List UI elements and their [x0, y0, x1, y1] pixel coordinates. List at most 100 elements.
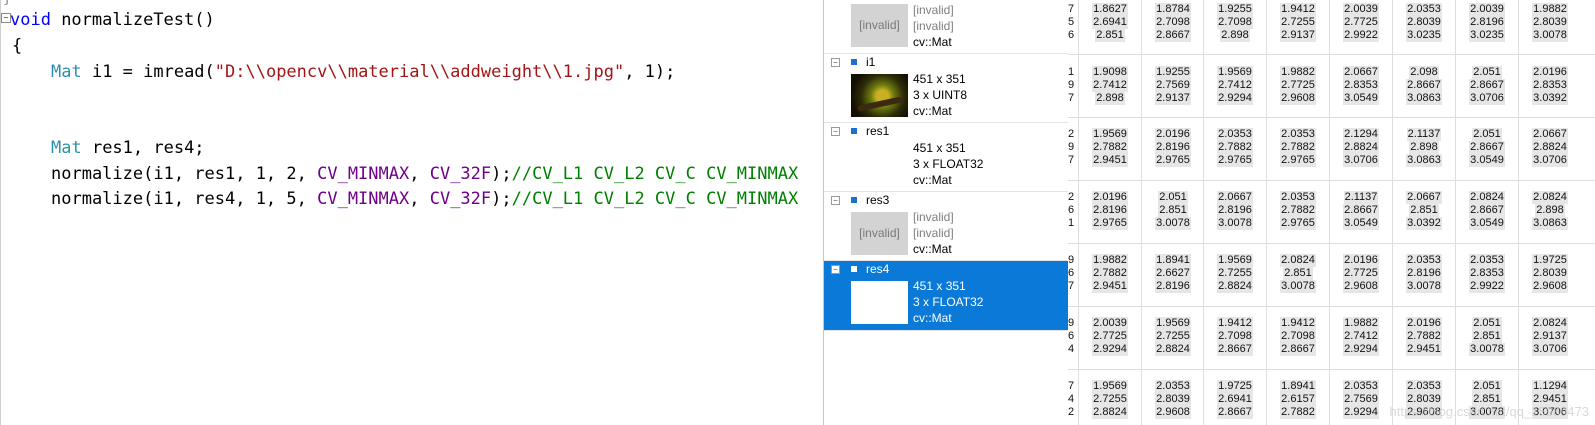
pixel-cell[interactable]: 1.8627 2.6941 2.851	[1080, 3, 1140, 42]
function-name: normalizeTest()	[50, 10, 215, 30]
code-line-declare-mats[interactable]: Mat res1, res4;	[51, 138, 205, 158]
watch-item-name: i1	[866, 55, 876, 69]
pixel-cell[interactable]: 1.8941 2.6627 2.8196	[1143, 254, 1203, 293]
channel-value: 2.9451	[1092, 154, 1128, 167]
channel-value: 1.9255	[1217, 3, 1253, 16]
pixel-cell[interactable]: 1.9569 2.7255 2.8824	[1143, 317, 1203, 356]
code-line-imread[interactable]: Mat i1 = imread("D:\\opencv\\material\\a…	[51, 62, 675, 82]
channel-value: 3.0235	[1406, 29, 1442, 42]
pixel-cell[interactable]: 1.9255 2.7569 2.9137	[1143, 66, 1203, 105]
code-editor[interactable]: } − void normalizeTest() { Mat i1 = imre…	[0, 0, 823, 425]
channel-value: 2.8824	[1532, 141, 1568, 154]
pixel-cell[interactable]: 2.0353 2.8196 3.0078	[1394, 254, 1454, 293]
pixel-cell[interactable]: 1.9098 2.7412 2.898	[1080, 66, 1140, 105]
info-type: [invalid]	[913, 19, 954, 33]
pixel-cell[interactable]: 2.0353 2.8353 2.9922	[1457, 254, 1517, 293]
pixel-cell[interactable]: 1.9412 2.7098 2.8667	[1205, 317, 1265, 356]
channel-value: 3.0392	[1532, 92, 1568, 105]
code-line-normalize-res1[interactable]: normalize(i1, res1, 1, 2, CV_MINMAX, CV_…	[51, 164, 798, 184]
pixel-cell[interactable]: 1.8784 2.7098 2.8667	[1143, 3, 1203, 42]
pixel-cell[interactable]: 2.051 2.8667 3.0706	[1457, 66, 1517, 105]
pixel-cell[interactable]: 2.0039 2.7725 2.9294	[1080, 317, 1140, 356]
pixel-cell[interactable]: 2.0667 2.851 3.0392	[1394, 191, 1454, 230]
channel-value: 7	[1068, 3, 1075, 15]
pixel-cell[interactable]: 1.9882 2.8039 3.0078	[1520, 3, 1580, 42]
pixel-cell[interactable]: 2.0039 2.8196 3.0235	[1457, 3, 1517, 42]
channel-value: 6	[1068, 330, 1075, 342]
pixel-cell[interactable]: 1.9412 2.7098 2.8667	[1268, 317, 1328, 356]
collapse-icon[interactable]: −	[831, 265, 840, 274]
channel-value: 3.0078	[1532, 29, 1568, 42]
channel-value: 2.9294	[1343, 343, 1379, 356]
channel-value: 2.9294	[1343, 406, 1379, 419]
grid-column-line	[1203, 0, 1204, 425]
watch-item-name: res1	[866, 124, 890, 138]
channel-value: 1.9882	[1343, 317, 1379, 330]
pixel-cell[interactable]: 2.0667 2.8196 3.0078	[1205, 191, 1265, 230]
channel-value: 3.0549	[1469, 217, 1505, 230]
pixel-cell[interactable]: 1.9725 2.6941 2.8667	[1205, 380, 1265, 419]
mat-declarations: res1, res4;	[81, 138, 205, 158]
pixel-cell[interactable]: 2.0667 2.8353 3.0549	[1331, 66, 1391, 105]
grid-row-line	[1068, 243, 1595, 244]
pixel-cell[interactable]: 2.0353 2.7882 2.9765	[1205, 128, 1265, 167]
pixel-cell[interactable]: 1.8941 2.6157 2.7882	[1268, 380, 1328, 419]
pixel-cell[interactable]: 1.9255 2.7098 2.898	[1205, 3, 1265, 42]
code-line-open-brace[interactable]: {	[12, 36, 22, 56]
pixel-matrix-view[interactable]: 7 5 6 1.8627 2.6941 2.851 1.8784 2.7098 2.8667 1.…	[1068, 0, 1595, 425]
pixel-cell[interactable]: 2.0196 2.8196 2.9765	[1143, 128, 1203, 167]
pixel-cell[interactable]: 2.1137 2.8667 3.0549	[1331, 191, 1391, 230]
pixel-cell[interactable]: 2.1294 2.8824 3.0706	[1331, 128, 1391, 167]
collapse-icon[interactable]: −	[831, 196, 840, 205]
pixel-cell[interactable]: 2.0353 2.7882 2.9765	[1268, 128, 1328, 167]
pixel-cell[interactable]: 2.0353 2.8039 2.9608	[1143, 380, 1203, 419]
pixel-cell[interactable]: 2.0353 2.7569 2.9294	[1331, 380, 1391, 419]
pixel-cell[interactable]: 2.098 2.8667 3.0863	[1394, 66, 1454, 105]
collapse-icon[interactable]: −	[831, 58, 840, 67]
pixel-cell[interactable]: 1.9882 2.7882 2.9451	[1080, 254, 1140, 293]
pixel-cell[interactable]: 2.1137 2.898 3.0863	[1394, 128, 1454, 167]
pixel-cell[interactable]: 2.0039 2.7725 2.9922	[1331, 3, 1391, 42]
pixel-cell[interactable]: 2.0824 2.9137 3.0706	[1520, 317, 1580, 356]
macro-cv-minmax: CV_MINMAX	[317, 164, 410, 184]
watch-item-res3[interactable]: − res3 [invalid] [invalid] [invalid] cv:…	[824, 192, 1068, 261]
pixel-cell[interactable]: 2.0824 2.851 3.0078	[1268, 254, 1328, 293]
pixel-cell[interactable]: 2.051 2.851 3.0078	[1143, 191, 1203, 230]
watch-item-i1[interactable]: − i1 451 x 351 3 x UINT8 cv::Mat	[824, 54, 1068, 123]
channel-value: 3.0863	[1532, 217, 1568, 230]
channel-value: 2.051	[1472, 66, 1502, 79]
watch-item-res1[interactable]: − res1 451 x 351 3 x FLOAT32 cv::Mat	[824, 123, 1068, 192]
pixel-cell[interactable]: 2.0667 2.8824 3.0706	[1520, 128, 1580, 167]
watch-item-unnamed[interactable]: [invalid] [invalid] [invalid] cv::Mat	[824, 0, 1068, 54]
pixel-cell[interactable]: 2.0196 2.7725 2.9608	[1331, 254, 1391, 293]
pixel-cell-partial: 261	[1068, 191, 1079, 230]
pixel-cell[interactable]: 2.0196 2.7882 2.9451	[1394, 317, 1454, 356]
pixel-cell[interactable]: 2.0353 2.7882 2.9765	[1268, 191, 1328, 230]
code-line-normalize-res4[interactable]: normalize(i1, res4, 1, 5, CV_MINMAX, CV_…	[51, 189, 798, 209]
pixel-cell[interactable]: 1.9569 2.7255 2.8824	[1205, 254, 1265, 293]
pixel-cell[interactable]: 1.9569 2.7412 2.9294	[1205, 66, 1265, 105]
collapse-icon[interactable]: −	[831, 127, 840, 136]
pixel-cell[interactable]: 1.9569 2.7882 2.9451	[1080, 128, 1140, 167]
pixel-cell[interactable]: 1.9412 2.7255 2.9137	[1268, 3, 1328, 42]
channel-value: 2.851	[1472, 330, 1502, 343]
channel-value: 2.9608	[1532, 280, 1568, 293]
pixel-cell[interactable]: 2.0824 2.898 3.0863	[1520, 191, 1580, 230]
code-line-function-signature[interactable]: void normalizeTest()	[10, 10, 215, 30]
pixel-cell[interactable]: 1.9882 2.7412 2.9294	[1331, 317, 1391, 356]
pixel-cell[interactable]: 2.0196 2.8196 2.9765	[1080, 191, 1140, 230]
watch-item-res4[interactable]: − res4 451 x 351 3 x FLOAT32 cv::Mat	[824, 261, 1068, 331]
pixel-cell[interactable]: 2.0353 2.8039 3.0235	[1394, 3, 1454, 42]
pixel-cell[interactable]: 2.051 2.8667 3.0549	[1457, 128, 1517, 167]
channel-value: 2.9451	[1092, 280, 1128, 293]
channel-value: 7	[1068, 92, 1075, 104]
pixel-cell[interactable]: 2.051 2.851 3.0078	[1457, 317, 1517, 356]
code-comment: //CV_L1 CV_L2 CV_C CV_MINMAX	[511, 189, 799, 209]
pixel-cell[interactable]: 1.9569 2.7255 2.8824	[1080, 380, 1140, 419]
pixel-cell[interactable]: 1.9882 2.7725 2.9608	[1268, 66, 1328, 105]
pixel-cell[interactable]: 1.9725 2.8039 2.9608	[1520, 254, 1580, 293]
pixel-cell[interactable]: 2.0196 2.8353 3.0392	[1520, 66, 1580, 105]
pixel-cell[interactable]: 2.0824 2.8667 3.0549	[1457, 191, 1517, 230]
channel-value: 2.9765	[1217, 154, 1253, 167]
channel-value: 2.0039	[1343, 3, 1379, 16]
